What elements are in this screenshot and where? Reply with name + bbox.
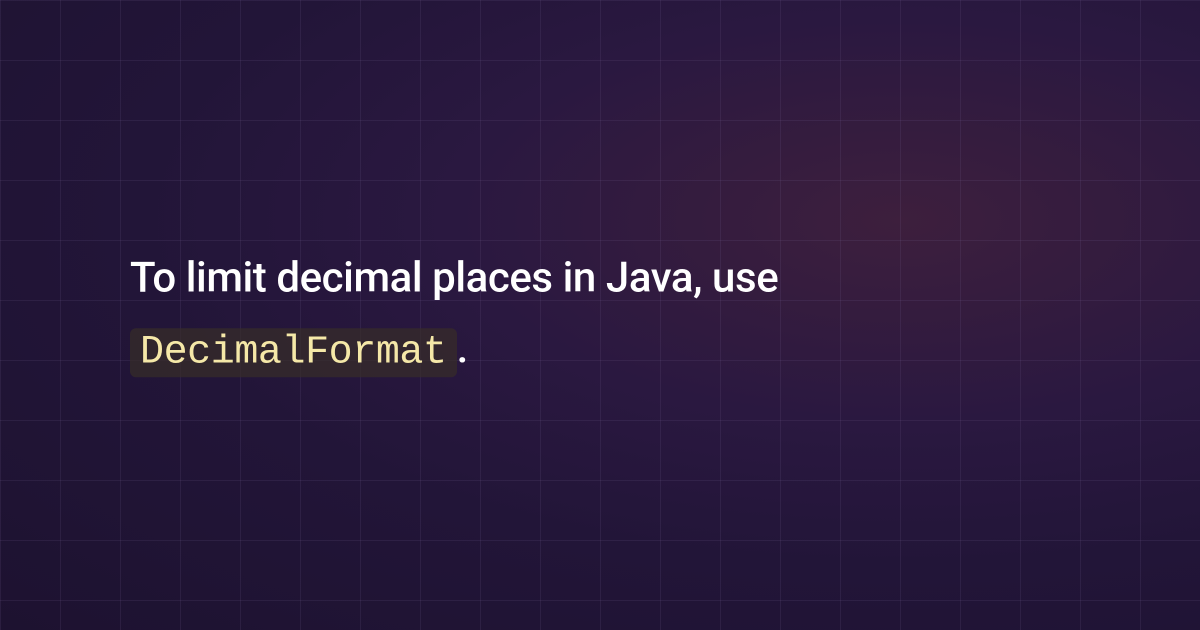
content-container: To limit decimal places in Java, use Dec… [130, 242, 1070, 387]
heading-suffix: . [457, 325, 468, 374]
heading-prefix: To limit decimal places in Java, use [130, 253, 778, 302]
main-heading: To limit decimal places in Java, use Dec… [130, 242, 1070, 387]
code-token: DecimalFormat [130, 329, 457, 378]
